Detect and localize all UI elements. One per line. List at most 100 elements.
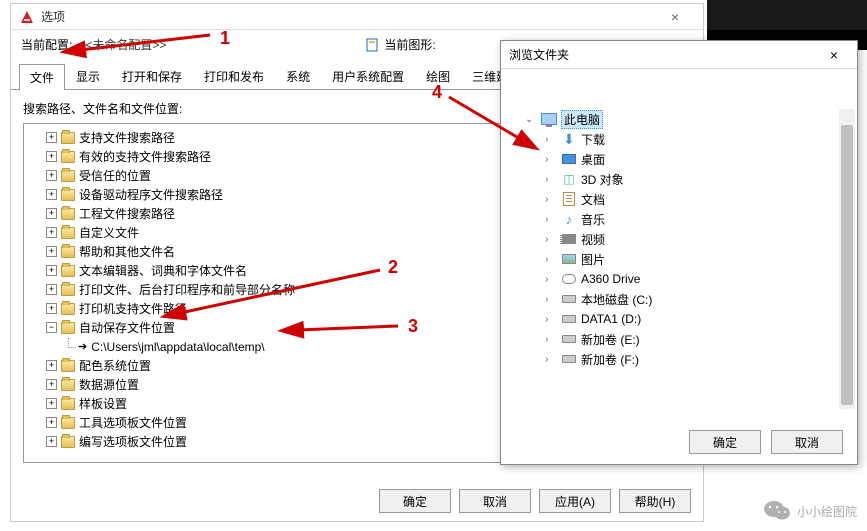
expand-icon[interactable]: + (46, 398, 57, 409)
chevron-icon[interactable]: › (545, 154, 557, 165)
folder-icon (61, 170, 75, 182)
folder-icon (61, 265, 75, 277)
folder-icon (61, 246, 75, 258)
tab-4[interactable]: 系统 (275, 63, 321, 89)
chevron-icon[interactable]: › (545, 174, 557, 185)
expand-icon[interactable]: + (46, 246, 57, 257)
scrollbar-thumb[interactable] (841, 125, 853, 405)
tree-item-label: 自定义文件 (79, 224, 139, 241)
options-button-0[interactable]: 确定 (379, 489, 451, 513)
browse-item-12[interactable]: › 新加卷 (F:) (525, 349, 847, 369)
browse-item-10[interactable]: › DATA1 (D:) (525, 309, 847, 329)
expand-icon[interactable]: + (46, 303, 57, 314)
close-button[interactable]: × (655, 9, 695, 25)
expand-icon[interactable]: − (46, 322, 57, 333)
expand-icon[interactable]: + (46, 265, 57, 276)
annotation-1: 1 (220, 28, 230, 49)
annotation-2: 2 (388, 257, 398, 278)
expand-icon[interactable]: + (46, 227, 57, 238)
desk-icon (561, 152, 577, 166)
path-arrow-icon: ➔ (78, 340, 87, 353)
expand-icon[interactable]: + (46, 360, 57, 371)
tree-item-label: 工具选项板文件位置 (79, 414, 187, 431)
folder-icon (61, 132, 75, 144)
browse-item-4[interactable]: › 文档 (525, 189, 847, 209)
chevron-icon[interactable]: › (545, 254, 557, 265)
tree-item-label: 支持文件搜索路径 (79, 129, 175, 146)
folder-icon (61, 417, 75, 429)
browse-tree[interactable]: ⌄此电脑›⬇下载›桌面›◫3D 对象›文档›♪音乐›视频›图片›A360 Dri… (501, 69, 857, 409)
music-icon: ♪ (561, 212, 577, 226)
tab-1[interactable]: 显示 (65, 63, 111, 89)
app-icon (19, 9, 35, 25)
tab-5[interactable]: 用户系统配置 (321, 63, 415, 89)
expand-icon[interactable]: + (46, 284, 57, 295)
tab-2[interactable]: 打开和保存 (111, 63, 193, 89)
browse-item-1[interactable]: ›⬇下载 (525, 129, 847, 149)
folder-icon (61, 436, 75, 448)
scrollbar[interactable] (839, 109, 855, 409)
expand-icon[interactable]: + (46, 132, 57, 143)
browse-item-2[interactable]: ›桌面 (525, 149, 847, 169)
dl-icon: ⬇ (561, 132, 577, 146)
tree-item-label: 编写选项板文件位置 (79, 433, 187, 450)
tree-item-label: 有效的支持文件搜索路径 (79, 148, 211, 165)
browse-item-label: A360 Drive (581, 272, 640, 286)
folder-icon (61, 322, 75, 334)
browse-item-9[interactable]: › 本地磁盘 (C:) (525, 289, 847, 309)
chevron-icon[interactable]: › (545, 134, 557, 145)
tab-0[interactable]: 文件 (19, 64, 65, 90)
folder-icon (61, 303, 75, 315)
browse-item-label: DATA1 (D:) (581, 312, 641, 326)
cloud-icon (561, 272, 577, 286)
folder-icon (61, 208, 75, 220)
browse-item-label: 音乐 (581, 211, 605, 228)
browse-item-11[interactable]: ›新加卷 (E:) (525, 329, 847, 349)
disk-icon (561, 292, 577, 306)
browse-item-3[interactable]: › ◫ 3D 对象 (525, 169, 847, 189)
expand-icon[interactable]: + (46, 151, 57, 162)
chevron-icon[interactable]: › (545, 354, 557, 365)
disk-icon (561, 352, 577, 366)
cube-icon: ◫ (561, 172, 577, 186)
folder-icon (61, 398, 75, 410)
browse-button-0[interactable]: 确定 (689, 430, 761, 454)
expand-icon[interactable]: + (46, 170, 57, 181)
current-config-value: <<未命名配置>> (78, 36, 166, 53)
tree-item-label: 帮助和其他文件名 (79, 243, 175, 260)
browse-item-0[interactable]: ⌄ 此电脑 (525, 109, 847, 129)
options-button-2[interactable]: 应用(A) (539, 489, 611, 513)
options-button-3[interactable]: 帮助(H) (619, 489, 691, 513)
expand-icon[interactable]: + (46, 208, 57, 219)
browse-item-label: 本地磁盘 (C:) (581, 291, 652, 308)
browse-item-7[interactable]: ›图片 (525, 249, 847, 269)
browse-item-label: 文档 (581, 191, 605, 208)
chevron-icon[interactable]: › (545, 294, 557, 305)
browse-item-5[interactable]: › ♪ 音乐 (525, 209, 847, 229)
expand-icon[interactable]: + (46, 417, 57, 428)
browse-item-label: 新加卷 (F:) (581, 351, 639, 368)
button-row: 确定取消应用(A) 帮助(H) (379, 489, 691, 513)
browse-item-8[interactable]: › A360 Drive (525, 269, 847, 289)
expand-icon[interactable]: + (46, 379, 57, 390)
chevron-icon[interactable]: › (545, 314, 557, 325)
chevron-icon[interactable]: › (545, 194, 557, 205)
folder-icon (61, 379, 75, 391)
chevron-icon[interactable]: › (545, 274, 557, 285)
tree-item-label: 工程文件搜索路径 (79, 205, 175, 222)
browse-button-1[interactable]: 取消 (771, 430, 843, 454)
browse-item-label: 3D 对象 (581, 171, 624, 188)
chevron-icon[interactable]: › (545, 214, 557, 225)
chevron-icon[interactable]: › (545, 234, 557, 245)
wechat-icon (763, 498, 791, 525)
pic-icon (561, 252, 577, 266)
tab-3[interactable]: 打印和发布 (193, 63, 275, 89)
options-button-1[interactable]: 取消 (459, 489, 531, 513)
expand-icon[interactable]: + (46, 189, 57, 200)
chevron-icon[interactable]: ⌄ (525, 114, 537, 125)
chevron-icon[interactable]: › (545, 334, 557, 345)
browse-item-6[interactable]: ›视频 (525, 229, 847, 249)
browse-close-button[interactable]: × (819, 47, 849, 63)
browse-item-label: 此电脑 (561, 110, 603, 129)
expand-icon[interactable]: + (46, 436, 57, 447)
